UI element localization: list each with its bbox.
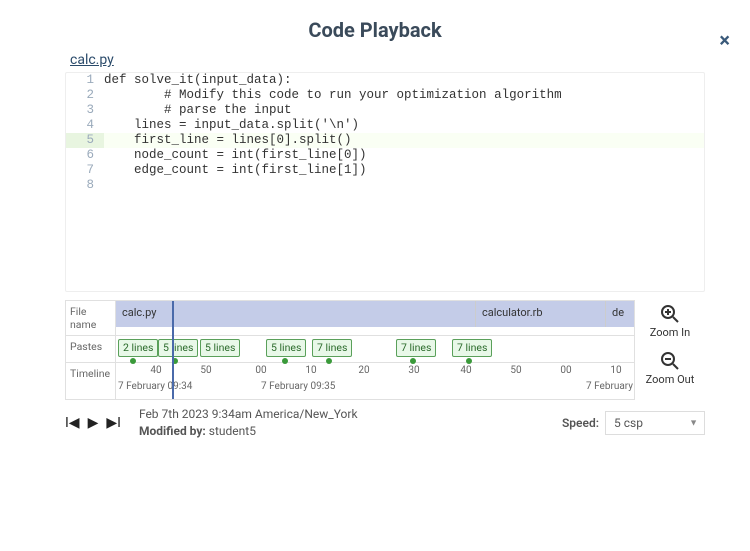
paste-event[interactable]: 2 lines [118, 339, 158, 357]
paste-event[interactable]: 7 lines [452, 339, 492, 357]
filename-lane: calc.pycalculator.rbde [116, 301, 634, 327]
code-text: node_count = int(first_line[0]) [104, 148, 704, 163]
file-segment[interactable]: calculator.rb [476, 301, 606, 327]
zoom-out-label: Zoom Out [646, 373, 695, 386]
paste-event[interactable]: 5 lines [200, 339, 240, 357]
code-line: 1def solve_it(input_data): [66, 73, 704, 88]
zoom-out-button[interactable]: Zoom Out [635, 351, 705, 386]
code-line: 5 first_line = lines[0].split() [66, 133, 704, 148]
paste-event[interactable]: 7 lines [396, 339, 436, 357]
file-link[interactable]: calc.py [70, 52, 114, 68]
timeline-lane[interactable]: 40 50 00 10 20 30 40 50 00 10 7 February 09:34 7 Fe… [116, 363, 634, 399]
zoom-in-icon [660, 304, 680, 324]
next-button[interactable]: ▶I [106, 415, 121, 431]
pastes-lane: 2 lines5 lines5 lines5 lines7 lines7 lin… [116, 336, 634, 362]
row-pastes: Pastes 2 lines5 lines5 lines5 lines7 lin… [66, 336, 634, 363]
zoom-out-icon [660, 351, 680, 371]
line-number: 3 [66, 103, 104, 118]
line-number: 2 [66, 88, 104, 103]
line-number: 1 [66, 73, 104, 88]
play-button[interactable]: ▶ [88, 415, 99, 431]
code-text [104, 178, 704, 193]
tick: 40 [150, 365, 161, 376]
file-segment[interactable]: calc.py [116, 301, 476, 327]
line-number: 7 [66, 163, 104, 178]
page-title: Code Playback [0, 18, 750, 42]
paste-event[interactable]: 5 lines [158, 339, 198, 357]
tick: 10 [305, 365, 316, 376]
file-segment[interactable]: de [606, 301, 635, 327]
zoom-in-button[interactable]: Zoom In [635, 304, 705, 339]
timeline-label: Timeline [66, 363, 116, 399]
tick: 40 [460, 365, 471, 376]
speed-label: Speed: [562, 416, 599, 430]
tick: 50 [510, 365, 521, 376]
paste-event[interactable]: 5 lines [266, 339, 306, 357]
code-text: # Modify this code to run your optimizat… [104, 88, 704, 103]
code-line: 2 # Modify this code to run your optimiz… [66, 88, 704, 103]
line-number: 5 [66, 133, 104, 148]
code-line: 3 # parse the input [66, 103, 704, 118]
tick-date: 7 February 09: [586, 381, 635, 392]
code-line: 7 edge_count = int(first_line[1]) [66, 163, 704, 178]
code-line: 8 [66, 178, 704, 193]
speed-value: 5 csp [614, 416, 643, 430]
zoom-in-label: Zoom In [650, 326, 690, 339]
tick: 20 [358, 365, 369, 376]
chevron-down-icon: ▼ [689, 417, 698, 428]
tick-date: 7 February 09:35 [261, 381, 335, 392]
code-text: lines = input_data.split('\n') [104, 118, 704, 133]
code-line: 4 lines = input_data.split('\n') [66, 118, 704, 133]
footer: I◀ ▶ ▶I Feb 7th 2023 9:34am America/New_… [65, 406, 705, 440]
prev-button[interactable]: I◀ [65, 415, 80, 431]
zoom-controls: Zoom In Zoom Out [635, 300, 705, 400]
code-text: edge_count = int(first_line[1]) [104, 163, 704, 178]
paste-event[interactable]: 7 lines [312, 339, 352, 357]
tick: 00 [255, 365, 266, 376]
code-line: 6 node_count = int(first_line[0]) [66, 148, 704, 163]
filename-label: File name [66, 301, 116, 335]
transport-controls: I◀ ▶ ▶I [65, 415, 121, 431]
meta-block: Feb 7th 2023 9:34am America/New_York Mod… [139, 406, 358, 440]
close-icon[interactable]: × [719, 28, 730, 52]
tick: 50 [200, 365, 211, 376]
code-text: # parse the input [104, 103, 704, 118]
speed-select[interactable]: 5 csp ▼ [605, 411, 705, 435]
tick: 10 [610, 365, 621, 376]
line-number: 4 [66, 118, 104, 133]
modified-by-value: student5 [209, 424, 256, 438]
tick-date: 7 February 09:34 [118, 381, 192, 392]
tick: 00 [560, 365, 571, 376]
pastes-label: Pastes [66, 336, 116, 362]
code-editor: 1def solve_it(input_data):2 # Modify thi… [65, 72, 705, 292]
line-number: 8 [66, 178, 104, 193]
row-timeline: Timeline 40 50 00 10 20 30 40 50 00 10 7 February … [66, 363, 634, 399]
timeline-grid: File name calc.pycalculator.rbde Pastes … [65, 300, 635, 400]
code-text: def solve_it(input_data): [104, 73, 704, 88]
modified-by-label: Modified by: [139, 424, 206, 438]
line-number: 6 [66, 148, 104, 163]
row-filename: File name calc.pycalculator.rbde [66, 301, 634, 336]
timestamp: Feb 7th 2023 9:34am America/New_York [139, 406, 358, 423]
tick: 30 [408, 365, 419, 376]
code-text: first_line = lines[0].split() [104, 133, 704, 148]
